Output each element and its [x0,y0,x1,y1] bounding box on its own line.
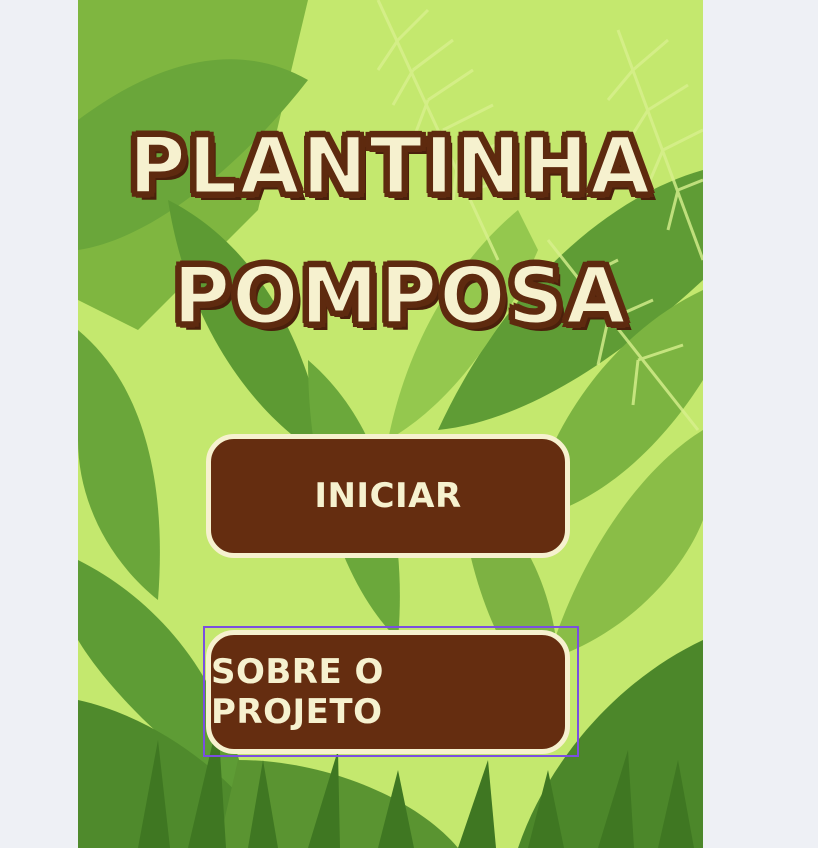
focus-outline [203,626,579,757]
game-title-line1: PLANTINHA [127,122,653,212]
start-button[interactable]: INICIAR [206,434,570,558]
game-screen: PLANTINHA POMPOSA INICIAR SOBRE O PROJET… [78,0,703,848]
game-title-line2: POMPOSA [171,252,629,342]
